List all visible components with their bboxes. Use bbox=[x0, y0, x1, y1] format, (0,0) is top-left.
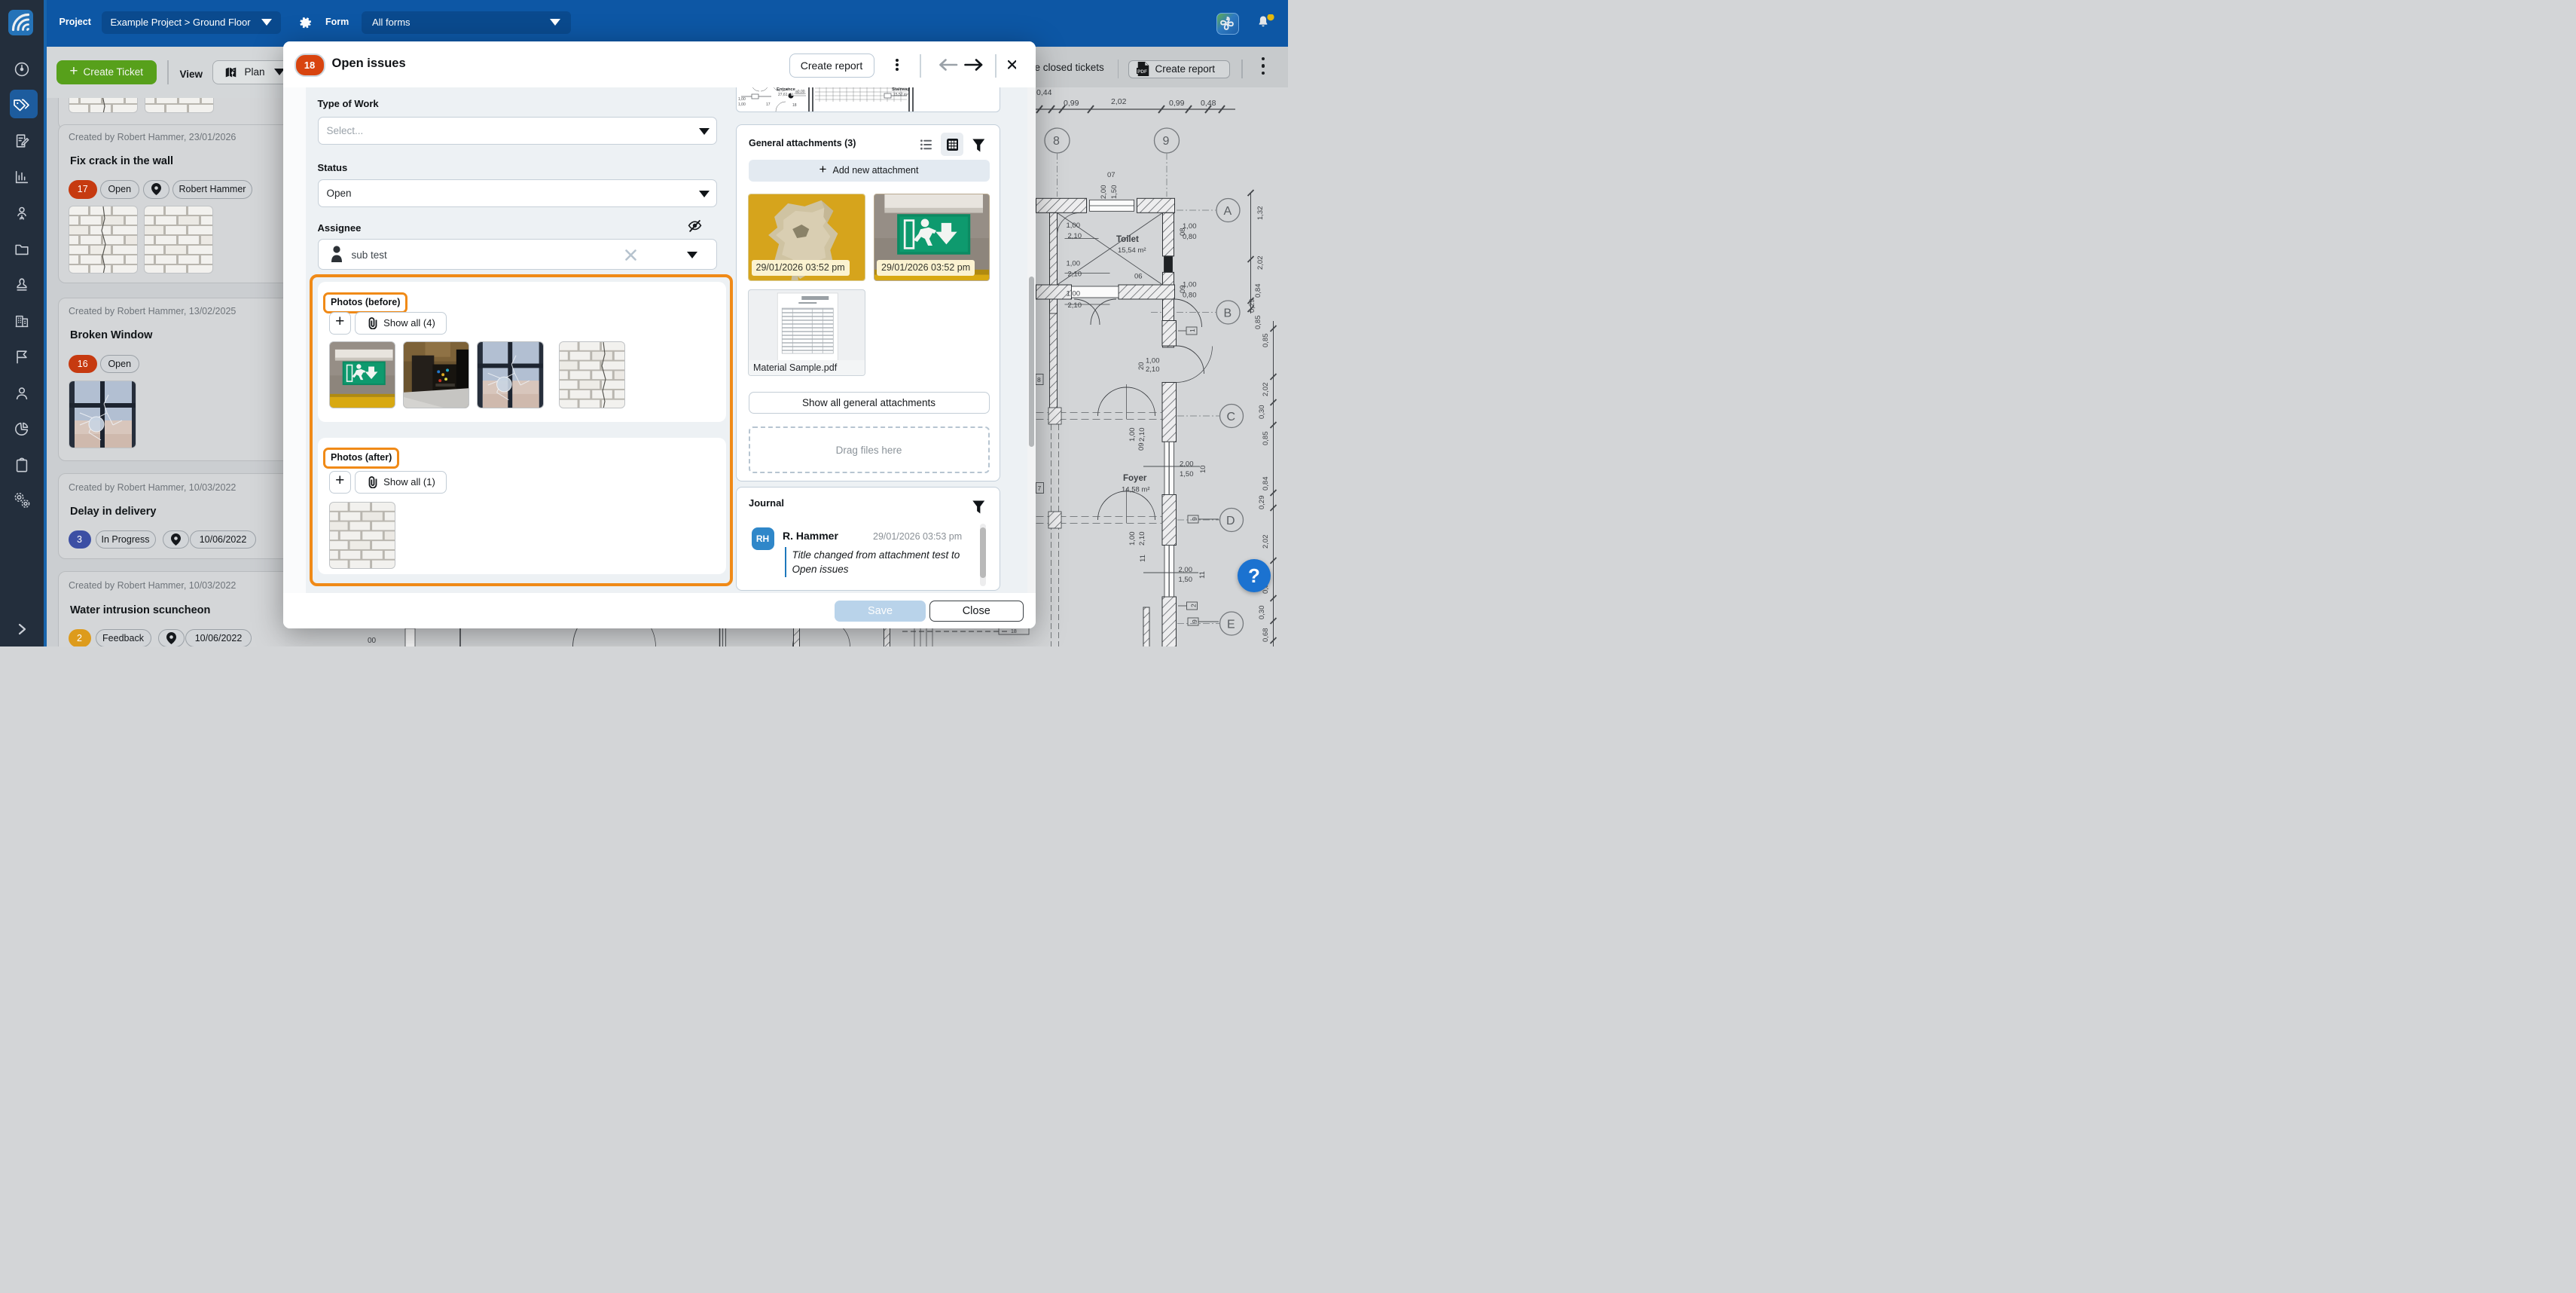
svg-text:1,00: 1,00 bbox=[1128, 427, 1137, 442]
svg-text:Toilet: Toilet bbox=[1116, 235, 1139, 244]
svg-text:1: 1 bbox=[1189, 329, 1196, 332]
svg-text:0,44: 0,44 bbox=[1036, 88, 1052, 97]
svg-text:1,50: 1,50 bbox=[1178, 576, 1192, 584]
svg-text:1,00: 1,00 bbox=[1066, 222, 1080, 230]
svg-text:0,85: 0,85 bbox=[1262, 431, 1270, 445]
svg-text:8: 8 bbox=[1053, 135, 1060, 148]
svg-text:1,00: 1,00 bbox=[738, 102, 746, 107]
svg-text:2,10: 2,10 bbox=[1067, 301, 1082, 310]
svg-text:A: A bbox=[1223, 205, 1232, 218]
svg-text:0,84: 0,84 bbox=[1254, 283, 1262, 298]
svg-text:2,02: 2,02 bbox=[1262, 534, 1270, 549]
svg-text:0,29: 0,29 bbox=[1258, 495, 1266, 509]
svg-text:1,00: 1,00 bbox=[738, 97, 746, 102]
svg-text:0,68: 0,68 bbox=[1262, 628, 1270, 642]
svg-text:9: 9 bbox=[1191, 517, 1198, 521]
svg-text:C: C bbox=[1226, 411, 1235, 423]
svg-text:2,10: 2,10 bbox=[1138, 531, 1146, 546]
svg-text:1,00: 1,00 bbox=[1066, 289, 1080, 298]
svg-text:08: 08 bbox=[1179, 228, 1187, 236]
svg-text:15,52 m²: 15,52 m² bbox=[893, 93, 908, 97]
svg-text:a0.00: a0.00 bbox=[795, 90, 805, 94]
svg-text:09: 09 bbox=[1137, 442, 1146, 451]
svg-text:2,10: 2,10 bbox=[1067, 232, 1082, 240]
svg-text:20: 20 bbox=[1137, 362, 1146, 370]
svg-text:27,61 m²: 27,61 m² bbox=[778, 93, 793, 97]
svg-text:1,00: 1,00 bbox=[1066, 259, 1080, 267]
svg-text:1,00: 1,00 bbox=[1128, 531, 1137, 546]
svg-text:B: B bbox=[1223, 307, 1232, 319]
svg-text:0,30: 0,30 bbox=[1258, 605, 1266, 619]
svg-text:E: E bbox=[1227, 618, 1235, 631]
svg-text:9: 9 bbox=[1162, 135, 1169, 148]
svg-text:0,85: 0,85 bbox=[1254, 315, 1262, 329]
svg-text:0,99: 0,99 bbox=[1169, 99, 1185, 108]
svg-text:00: 00 bbox=[368, 637, 377, 645]
svg-text:8: 8 bbox=[1037, 376, 1041, 384]
svg-text:06: 06 bbox=[1134, 272, 1143, 280]
svg-text:0,84: 0,84 bbox=[1262, 476, 1270, 491]
svg-text:2,10: 2,10 bbox=[1146, 365, 1160, 374]
svg-text:2,02: 2,02 bbox=[1111, 97, 1127, 106]
svg-text:2,10: 2,10 bbox=[1067, 270, 1082, 278]
svg-text:Entrance: Entrance bbox=[777, 87, 796, 92]
svg-text:0,85: 0,85 bbox=[1262, 333, 1270, 347]
svg-text:18: 18 bbox=[1011, 629, 1017, 634]
svg-text:0,30: 0,30 bbox=[1258, 405, 1266, 419]
svg-text:07: 07 bbox=[1107, 171, 1116, 179]
svg-text:7: 7 bbox=[1037, 484, 1041, 492]
svg-text:18: 18 bbox=[792, 103, 797, 108]
svg-text:Foyer: Foyer bbox=[1123, 474, 1147, 483]
svg-text:11: 11 bbox=[1139, 555, 1147, 562]
svg-text:PDF: PDF bbox=[1137, 69, 1147, 75]
svg-text:2,00: 2,00 bbox=[1100, 185, 1108, 199]
svg-text:17: 17 bbox=[766, 102, 771, 107]
svg-text:1,50: 1,50 bbox=[1110, 185, 1119, 199]
svg-text:15,54 m²: 15,54 m² bbox=[1118, 246, 1146, 255]
svg-text:2,02: 2,02 bbox=[1262, 382, 1270, 396]
svg-text:2,10: 2,10 bbox=[1138, 427, 1146, 442]
svg-text:1,00: 1,00 bbox=[1146, 356, 1160, 365]
svg-text:2: 2 bbox=[1189, 604, 1197, 607]
svg-text:D: D bbox=[1226, 515, 1235, 527]
svg-text:Stairway: Stairway bbox=[892, 87, 911, 92]
svg-text:09: 09 bbox=[1179, 285, 1187, 293]
svg-text:10: 10 bbox=[1199, 465, 1207, 473]
svg-text:14,58 m²: 14,58 m² bbox=[1122, 485, 1150, 494]
svg-text:0,99: 0,99 bbox=[1064, 99, 1079, 108]
svg-text:2,00: 2,00 bbox=[1180, 460, 1194, 468]
svg-text:1,50: 1,50 bbox=[1180, 470, 1194, 478]
svg-text:0,48: 0,48 bbox=[1201, 99, 1216, 108]
svg-text:9: 9 bbox=[1191, 619, 1198, 623]
svg-text:1,32: 1,32 bbox=[1256, 206, 1265, 220]
svg-text:11: 11 bbox=[1198, 571, 1207, 579]
svg-text:2,02: 2,02 bbox=[1256, 255, 1265, 270]
